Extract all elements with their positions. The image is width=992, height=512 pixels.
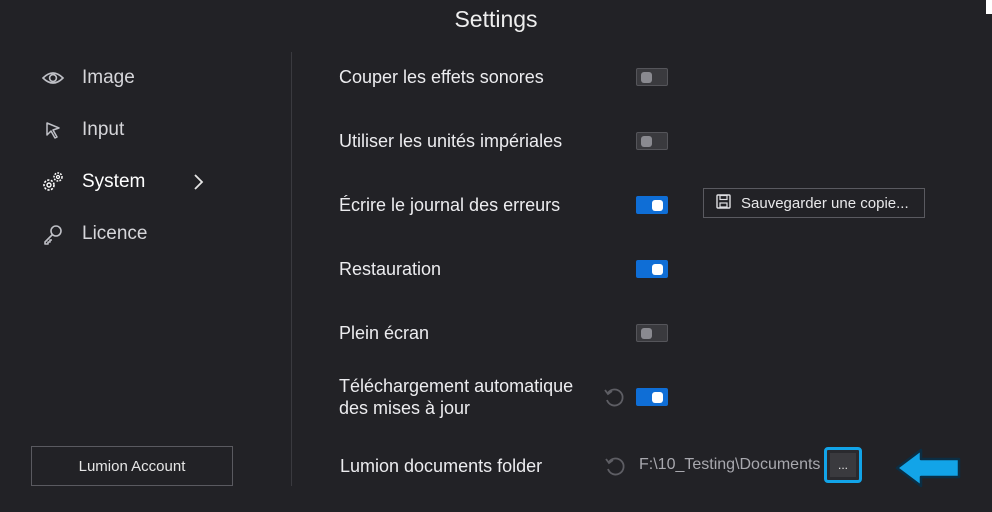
- save-copy-button[interactable]: Sauvegarder une copie...: [703, 188, 925, 218]
- sidebar-item-label: Input: [82, 119, 125, 140]
- setting-label-imperial-units: Utiliser les unités impériales: [339, 131, 563, 151]
- save-copy-label: Sauvegarder une copie...: [741, 194, 909, 212]
- setting-label-error-log: Écrire le journal des erreurs: [339, 195, 561, 215]
- setting-label-sound-effects: Couper les effets sonores: [339, 67, 544, 87]
- setting-label-fullscreen: Plein écran: [339, 323, 430, 343]
- sidebar-item-label: System: [82, 171, 146, 192]
- gears-icon: [40, 169, 66, 195]
- auto-update-label-line1: Téléchargement automatique: [339, 376, 574, 396]
- sidebar-item-system[interactable]: System: [40, 166, 240, 198]
- reset-icon[interactable]: [603, 454, 627, 478]
- reset-icon[interactable]: [602, 385, 626, 409]
- sound-effects-toggle[interactable]: [636, 68, 668, 86]
- window-corner: [986, 0, 992, 14]
- browse-folder-button[interactable]: ...: [824, 447, 862, 483]
- cursor-icon: [40, 117, 66, 143]
- sidebar-item-licence[interactable]: Licence: [40, 218, 240, 250]
- sidebar-divider: [291, 52, 292, 486]
- toggle-knob: [652, 264, 663, 275]
- browse-folder-label: ...: [830, 453, 856, 477]
- fullscreen-toggle[interactable]: [636, 324, 668, 342]
- sidebar-item-image[interactable]: Image: [40, 62, 240, 94]
- auto-update-toggle[interactable]: [636, 388, 668, 406]
- error-log-toggle[interactable]: [636, 196, 668, 214]
- setting-label-auto-update: Téléchargement automatique des mises à j…: [339, 375, 573, 419]
- documents-folder-path: F:\10_Testing\Documents: [639, 456, 821, 473]
- window-title: Settings: [454, 6, 538, 32]
- floppy-disk-icon: [716, 193, 731, 213]
- sidebar-item-label: Licence: [82, 223, 148, 244]
- toggle-knob: [641, 328, 652, 339]
- chevron-right-icon: [192, 172, 204, 197]
- arrow-left-icon: [893, 446, 963, 495]
- settings-window: Settings Image Input System Licence Lumi…: [0, 0, 992, 512]
- lumion-account-button[interactable]: Lumion Account: [31, 446, 233, 486]
- toggle-knob: [652, 392, 663, 403]
- key-icon: [40, 221, 66, 247]
- setting-label-documents-folder: Lumion documents folder: [340, 456, 543, 476]
- eye-icon: [40, 65, 66, 91]
- setting-label-restoration: Restauration: [339, 259, 442, 279]
- auto-update-label-line2: des mises à jour: [339, 398, 471, 418]
- toggle-knob: [652, 200, 663, 211]
- imperial-units-toggle[interactable]: [636, 132, 668, 150]
- toggle-knob: [641, 136, 652, 147]
- restoration-toggle[interactable]: [636, 260, 668, 278]
- sidebar-item-input[interactable]: Input: [40, 114, 240, 146]
- toggle-knob: [641, 72, 652, 83]
- sidebar-item-label: Image: [82, 67, 135, 88]
